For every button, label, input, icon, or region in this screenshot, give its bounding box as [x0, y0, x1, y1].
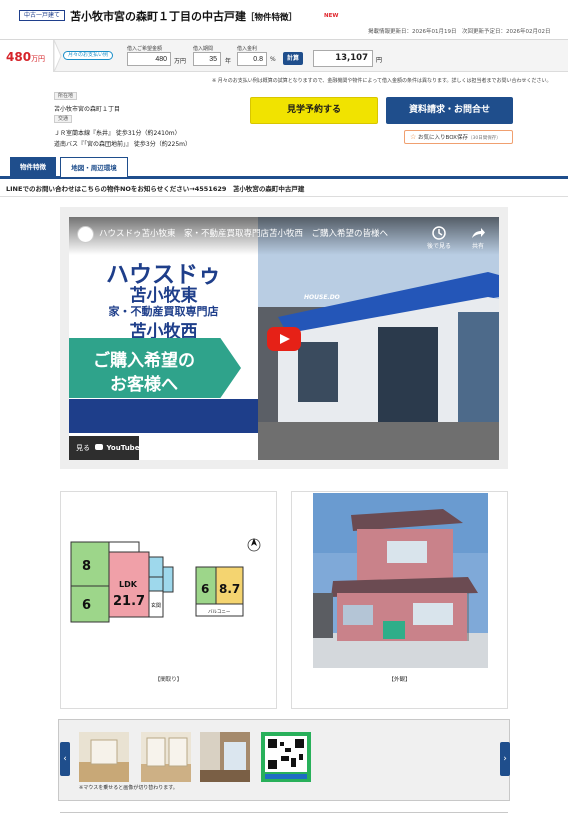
thumbnail-1[interactable]	[79, 732, 129, 782]
favorite-box-button[interactable]: ☆ お気に入りBOX保存（30日間保存）	[404, 130, 513, 144]
ldk-size-label: 21.7	[113, 594, 145, 609]
new-badge: NEW	[324, 13, 339, 19]
thumbnail-4-qr[interactable]	[261, 732, 311, 782]
price-box: 480万円	[0, 40, 54, 72]
page-title-suffix: ［物件特徴］	[246, 13, 298, 23]
ldk-label: LDK	[119, 580, 138, 589]
update-dates: 掲載情報更新日：2026年01月19日 次回更新予定日：2026年02月02日	[368, 29, 551, 35]
video-section: ハウスドゥ 苫小牧東 家・不動産買取専門店 苫小牧西 ご購入希望の お客様へ H…	[60, 207, 508, 469]
line-notice: LINEでのお問い合わせはこちらの物件NOをお知らせください→4551629 苫…	[6, 185, 305, 193]
thumbnail-2[interactable]	[141, 732, 191, 782]
video-navy-band	[69, 399, 258, 433]
thumbnail-3[interactable]	[200, 732, 250, 782]
request-docs-button[interactable]: 資料請求・お問合せ	[386, 97, 513, 124]
thumbnail-strip: ‹ › ※マウスを乗せると画像が切り替わります。	[58, 719, 510, 801]
address-tag: 所在地	[54, 92, 78, 100]
page-title: 苫小牧市宮の森町１丁目の中古戸建［物件特徴］	[70, 8, 297, 24]
star-icon: ☆	[410, 133, 417, 141]
loan-rate-unit: %	[270, 56, 276, 63]
chevron-right-icon[interactable]: ›	[500, 742, 510, 776]
payment-note: ※ 月々のお支払い例は概算の試算となりますので、金融機関や物件によって借入金額の…	[212, 78, 552, 84]
video-title[interactable]: ハウスドゥ苫小牧東 家・不動産買取専門店苫小牧西 ご購入希望の皆様へ	[99, 227, 388, 239]
room-2f-87-label: 8.7	[219, 582, 240, 596]
floorplan-caption: 【間取り】	[154, 677, 183, 683]
floorplan-card[interactable]: 8 6 LDK 21.7 玄関 6 8.7 バルコニー 【間取り】	[60, 491, 277, 709]
exterior-caption: 【外観】	[388, 677, 411, 683]
floorplan-image: 8 6 LDK 21.7 玄関 6 8.7 バルコニー	[70, 538, 261, 623]
price-unit: 万円	[31, 55, 46, 63]
page-title-text: 苫小牧市宮の森町１丁目の中古戸建	[70, 10, 246, 23]
next-section-edge	[60, 812, 508, 816]
chevron-left-icon[interactable]: ‹	[60, 742, 70, 776]
traffic-line-1: ＪＲ室蘭本線『糸井』 徒歩31分（約2410m）	[54, 130, 181, 137]
property-type-badge: 中古一戸建て	[19, 10, 66, 21]
loan-amount-unit: 万円	[174, 58, 187, 65]
loan-period-label: 借入期間	[193, 46, 214, 52]
video-player[interactable]: ハウスドゥ 苫小牧東 家・不動産買取専門店 苫小牧西 ご購入希望の お客様へ H…	[69, 217, 499, 460]
video-green-ribbon: ご購入希望の お客様へ	[69, 338, 241, 398]
watch-later-label[interactable]: 後で見る	[422, 241, 456, 250]
exterior-card[interactable]: 【外観】	[291, 491, 508, 709]
loan-amount-input[interactable]	[127, 52, 171, 66]
room-6-label: 6	[82, 598, 91, 613]
share-icon[interactable]	[469, 225, 487, 241]
clock-icon[interactable]	[430, 225, 448, 241]
qr-code-icon	[261, 732, 311, 782]
tab-map[interactable]: 地図・周辺環境	[60, 157, 128, 177]
thumbnail-note: ※マウスを乗せると画像が切り替わります。	[79, 785, 178, 791]
play-icon[interactable]	[267, 327, 301, 351]
share-label[interactable]: 共有	[461, 241, 495, 250]
calculate-button[interactable]: 計算	[283, 52, 303, 65]
room-8-label: 8	[82, 559, 91, 574]
video-text-purchase: ご購入希望の	[93, 351, 195, 371]
line-notice-bar: LINEでのお問い合わせはこちらの物件NOをお知らせください→4551629 苫…	[0, 179, 568, 197]
traffic-line-2: 道南バス『「宮の森団地前」』 徒歩3分（約225m）	[54, 141, 192, 148]
tab-features[interactable]: 物件特徴	[10, 157, 56, 177]
loan-amount-label: 借入ご希望金額	[127, 46, 163, 52]
balcony-label: バルコニー	[208, 609, 231, 615]
title-bar: 中古一戸建て 苫小牧市宮の森町１丁目の中古戸建［物件特徴］ NEW 掲載情報更新…	[0, 0, 568, 40]
room-2f-6-label: 6	[201, 582, 209, 596]
thumbnail-room-image	[141, 732, 191, 782]
youtube-logo-icon	[95, 444, 104, 450]
tab-bar: 物件特徴 地図・周辺環境	[0, 157, 568, 179]
loan-rate-label: 借入金利	[237, 46, 258, 52]
visit-reservation-button[interactable]: 見学予約する	[250, 97, 378, 124]
price-value: 480	[6, 50, 32, 64]
loan-calculator-row: 480万円 月々のお支払い例 借入ご希望金額 万円 借入期間 年 借入金利 % …	[0, 40, 568, 72]
channel-avatar-icon[interactable]	[77, 226, 94, 243]
thumbnail-room-image	[79, 732, 129, 782]
thumbnail-corridor-image	[200, 732, 250, 782]
video-text-customers: お客様へ	[110, 375, 178, 395]
price: 480万円	[6, 50, 45, 64]
entrance-label: 玄関	[151, 602, 161, 609]
price-arrow-icon	[54, 40, 62, 72]
watch-on-label: 見る	[76, 444, 90, 452]
address-text: 苫小牧市宮の森町１丁目	[54, 106, 121, 113]
loan-rate-input[interactable]	[237, 52, 267, 66]
watch-on-youtube-bar[interactable]: 見る YouTube	[69, 436, 139, 460]
loan-period-input[interactable]	[193, 52, 221, 66]
youtube-label: YouTube	[106, 444, 140, 452]
exterior-photo	[313, 493, 488, 668]
favorite-label: お気に入りBOX保存	[418, 135, 468, 141]
store-sign: HOUSE.DO	[304, 294, 340, 301]
monthly-result: 13,107	[313, 50, 373, 67]
monthly-payment-tag: 月々のお支払い例	[63, 51, 114, 60]
loan-period-unit: 年	[225, 58, 232, 65]
monthly-result-unit: 円	[376, 57, 383, 64]
traffic-tag: 交通	[54, 115, 73, 123]
favorite-note: （30日間保存）	[467, 136, 501, 141]
